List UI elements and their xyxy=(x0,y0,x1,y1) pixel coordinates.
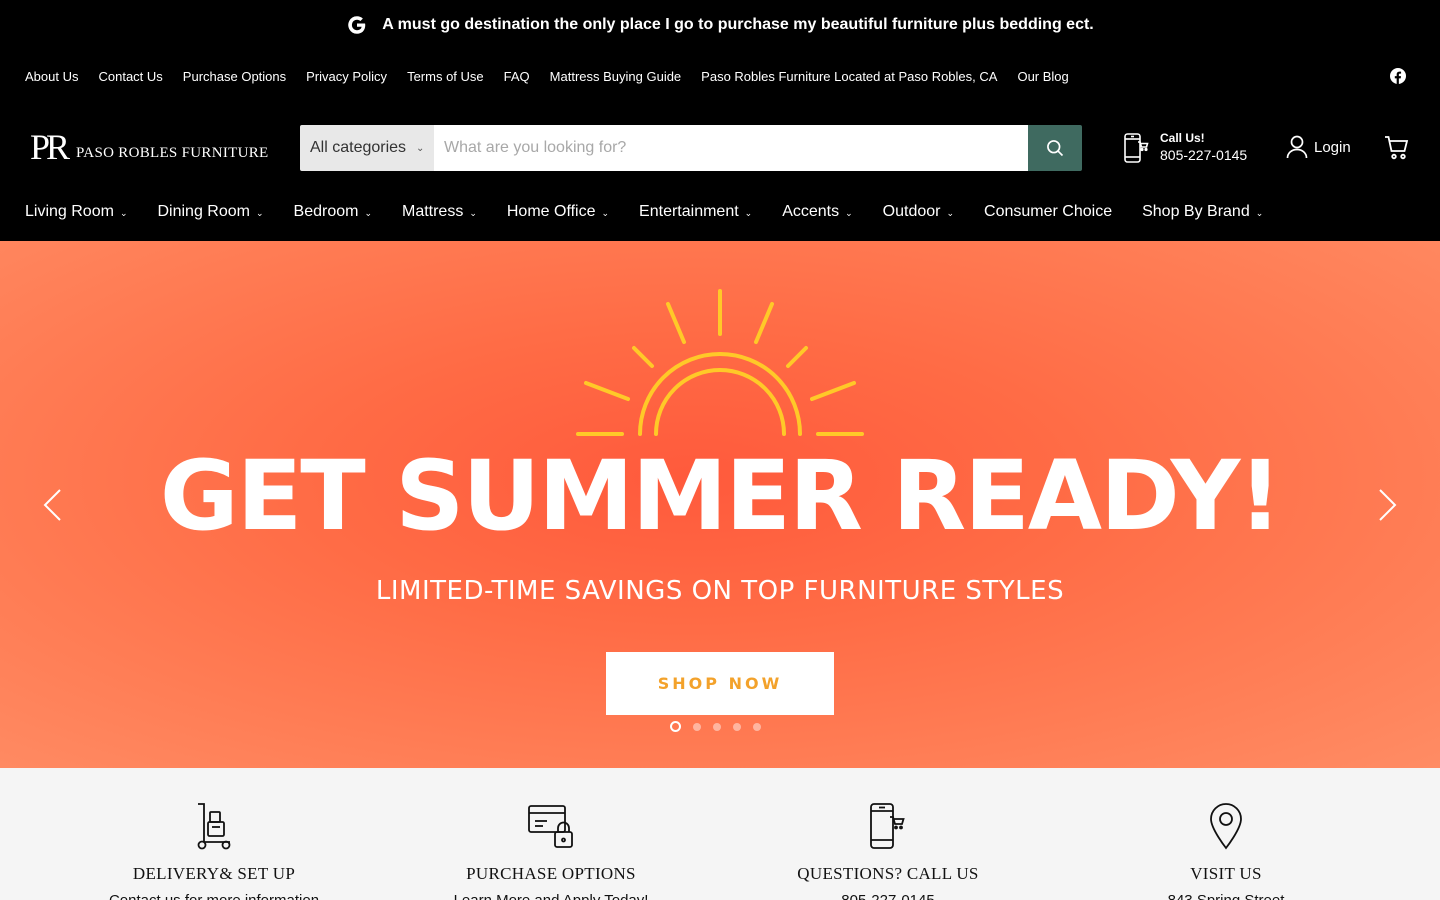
chevron-down-icon: ⌄ xyxy=(744,207,753,218)
sun-icon xyxy=(576,289,864,436)
nav-item-label: Shop By Brand xyxy=(1142,203,1250,220)
nav-item-label: Accents xyxy=(782,203,840,220)
nav-item-accents[interactable]: Accents ⌄ xyxy=(782,203,852,221)
announcement-text: A must go destination the only place I g… xyxy=(382,16,1094,33)
utility-link-terms[interactable]: Terms of Use xyxy=(407,69,484,84)
logo-monogram: PR xyxy=(30,127,70,167)
chevron-down-icon: ⌄ xyxy=(255,207,264,218)
chevron-down-icon: ⌄ xyxy=(119,207,128,218)
chevron-right-icon[interactable] xyxy=(1376,487,1400,523)
site-logo[interactable]: PR PASO ROBLES FURNITURE xyxy=(30,127,269,167)
nav-item-bedroom[interactable]: Bedroom ⌄ xyxy=(294,203,372,221)
slide-indicators xyxy=(670,721,761,732)
feature-desc: Contact us for more information xyxy=(34,892,394,900)
feature-desc: Learn More and Apply Today! xyxy=(371,892,731,900)
nav-item-label: Consumer Choice xyxy=(984,203,1113,220)
nav-item-consumer-choice[interactable]: Consumer Choice xyxy=(984,203,1112,221)
utility-link-mattress-guide[interactable]: Mattress Buying Guide xyxy=(550,69,682,84)
phone-cart-icon xyxy=(1124,132,1149,163)
nav-item-label: Dining Room xyxy=(157,203,250,220)
slide-dot[interactable] xyxy=(713,722,721,731)
logo-name: PASO ROBLES FURNITURE xyxy=(76,145,269,161)
login-label: Login xyxy=(1314,138,1351,156)
call-us-number: 805-227-0145 xyxy=(1160,147,1248,163)
delivery-dolly-icon xyxy=(197,803,231,850)
chevron-down-icon: ⌄ xyxy=(469,207,477,218)
nav-item-label: Outdoor xyxy=(882,203,941,220)
call-us-label: Call Us! xyxy=(1160,131,1205,145)
utility-link-purchase-options[interactable]: Purchase Options xyxy=(183,69,286,84)
utility-link-faq[interactable]: FAQ xyxy=(504,69,530,84)
feature-desc: 805-227-0145 xyxy=(708,892,1068,900)
feature-visit-us[interactable]: VISIT US 843 Spring Street xyxy=(1046,802,1406,900)
slide-dot[interactable] xyxy=(753,722,761,731)
announcement-bar: A must go destination the only place I g… xyxy=(0,0,1440,50)
utility-nav: About Us Contact Us Purchase Options Pri… xyxy=(0,50,1440,102)
nav-item-dining-room[interactable]: Dining Room ⌄ xyxy=(157,203,263,221)
feature-title: QUESTIONS? CALL US xyxy=(797,864,979,883)
user-icon xyxy=(1286,135,1308,159)
search-button[interactable] xyxy=(1028,125,1082,171)
secure-payment-icon xyxy=(528,805,573,848)
hero-headline: GET SUMMER READY! xyxy=(159,440,1282,552)
nav-item-outdoor[interactable]: Outdoor ⌄ xyxy=(883,203,954,221)
feature-call-us[interactable]: QUESTIONS? CALL US 805-227-0145 xyxy=(708,802,1068,900)
map-pin-icon xyxy=(1210,803,1242,850)
feature-title: PURCHASE OPTIONS xyxy=(466,864,636,883)
feature-desc: 843 Spring Street xyxy=(1046,892,1406,900)
chevron-left-icon[interactable] xyxy=(40,487,64,523)
nav-item-shop-by-brand[interactable]: Shop By Brand ⌄ xyxy=(1142,203,1263,221)
hero-slideshow[interactable]: GET SUMMER READY! LIMITED-TIME SAVINGS O… xyxy=(0,241,1440,768)
utility-link-blog[interactable]: Our Blog xyxy=(1017,69,1068,84)
chevron-down-icon: ⌄ xyxy=(416,142,425,154)
search-icon xyxy=(1047,140,1064,157)
utility-link-privacy[interactable]: Privacy Policy xyxy=(306,69,387,84)
category-select[interactable]: All categories ⌄ xyxy=(300,125,434,171)
nav-item-mattress[interactable]: Mattress ⌄ xyxy=(402,203,477,221)
shop-now-button[interactable]: SHOP NOW xyxy=(606,652,834,715)
nav-item-label: Home Office xyxy=(506,203,596,220)
chevron-down-icon: ⌄ xyxy=(1255,207,1264,218)
call-us[interactable]: Call Us! 805-227-0145 xyxy=(1122,131,1247,164)
nav-item-home-office[interactable]: Home Office ⌄ xyxy=(507,203,609,221)
feature-title: DELIVERY& SET UP xyxy=(132,864,296,883)
nav-item-label: Mattress xyxy=(401,203,464,220)
hero-subheadline: LIMITED-TIME SAVINGS ON TOP FURNITURE ST… xyxy=(375,576,1065,606)
chevron-down-icon: ⌄ xyxy=(845,207,853,218)
site-header: PR PASO ROBLES FURNITURE All categories … xyxy=(0,102,1440,192)
slide-dot[interactable] xyxy=(670,721,681,732)
feature-purchase-options[interactable]: PURCHASE OPTIONS Learn More and Apply To… xyxy=(371,802,731,900)
facebook-icon[interactable] xyxy=(1390,68,1406,84)
feature-title: VISIT US xyxy=(1190,864,1262,883)
utility-link-about[interactable]: About Us xyxy=(25,69,78,84)
category-select-label: All categories xyxy=(310,139,407,156)
chevron-down-icon: ⌄ xyxy=(364,207,372,218)
nav-item-label: Bedroom xyxy=(293,203,359,220)
nav-item-living-room[interactable]: Living Room ⌄ xyxy=(25,203,127,221)
nav-item-label: Living Room xyxy=(25,203,114,220)
search-bar: All categories ⌄ xyxy=(300,125,1082,171)
feature-strip: DELIVERY& SET UP Contact us for more inf… xyxy=(0,768,1440,900)
nav-item-entertainment[interactable]: Entertainment ⌄ xyxy=(639,203,752,221)
nav-item-label: Entertainment xyxy=(639,203,739,220)
search-input[interactable] xyxy=(434,125,1028,171)
feature-delivery[interactable]: DELIVERY& SET UP Contact us for more inf… xyxy=(34,802,394,900)
phone-cart-icon xyxy=(870,803,905,849)
chevron-down-icon: ⌄ xyxy=(946,207,955,218)
slide-dot[interactable] xyxy=(693,722,701,731)
slide-dot[interactable] xyxy=(733,722,741,731)
utility-link-location[interactable]: Paso Robles Furniture Located at Paso Ro… xyxy=(701,69,997,84)
login-link[interactable]: Login xyxy=(1286,135,1351,159)
google-icon xyxy=(348,16,366,34)
chevron-down-icon: ⌄ xyxy=(601,207,610,218)
utility-link-contact[interactable]: Contact Us xyxy=(98,69,162,84)
main-nav: Living Room ⌄ Dining Room ⌄ Bedroom ⌄ Mattr… xyxy=(0,192,1440,241)
cart-icon[interactable] xyxy=(1384,135,1410,161)
